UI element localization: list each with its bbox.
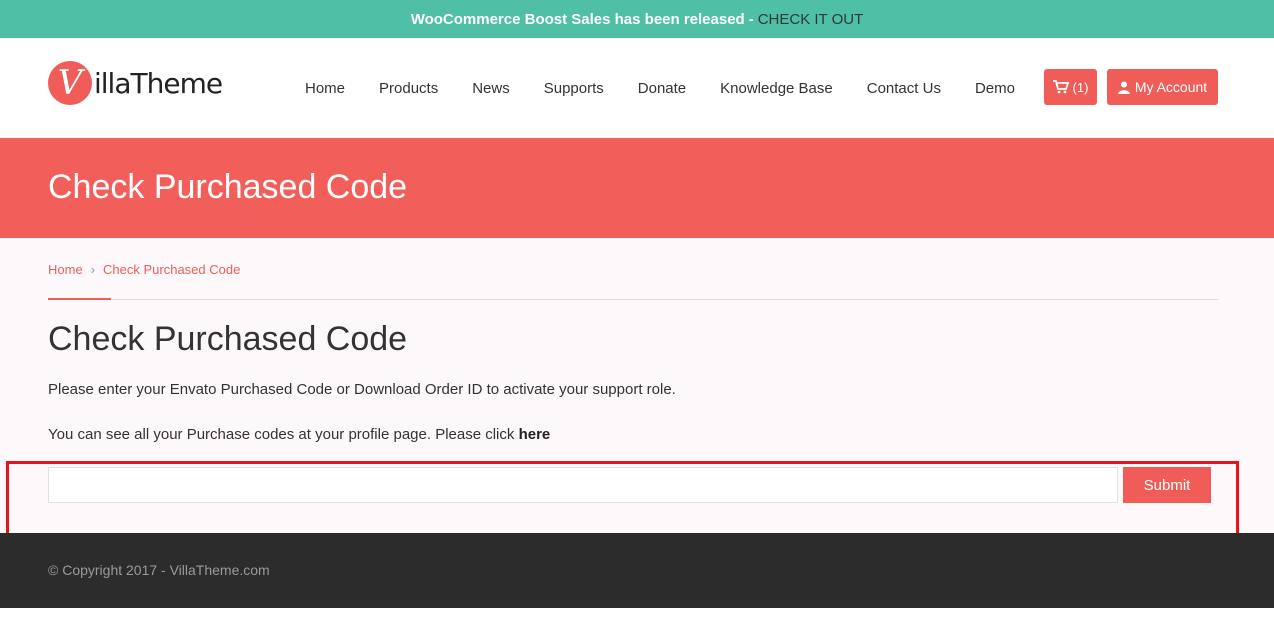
nav-item-knowledge-base[interactable]: Knowledge Base xyxy=(703,80,850,97)
cart-icon xyxy=(1052,80,1069,94)
breadcrumb-divider-accent xyxy=(48,298,111,300)
my-account-button[interactable]: My Account xyxy=(1107,69,1218,105)
main-content: Home › Check Purchased Code Check Purcha… xyxy=(0,238,1274,541)
site-footer: © Copyright 2017 - VillaTheme.com xyxy=(0,533,1274,608)
nav-item-products[interactable]: Products xyxy=(362,80,455,97)
breadcrumb-divider xyxy=(48,299,1218,300)
main-nav: Home Products News Supports Donate Knowl… xyxy=(288,38,1032,138)
logo-wordmark: illaTheme xyxy=(94,66,223,100)
profile-hint-text: You can see all your Purchase codes at y… xyxy=(48,426,515,443)
breadcrumb-home-link[interactable]: Home xyxy=(48,262,83,277)
villatheme-logo[interactable]: V illaTheme xyxy=(48,60,223,106)
chevron-right-icon: › xyxy=(90,262,96,277)
nav-item-donate[interactable]: Donate xyxy=(621,80,703,97)
page-title: Check Purchased Code xyxy=(48,320,408,358)
nav-item-demo[interactable]: Demo xyxy=(958,80,1032,97)
profile-here-link[interactable]: here xyxy=(519,426,551,443)
announcement-message: WooCommerce Boost Sales has been release… xyxy=(410,10,745,28)
cart-count: (1) xyxy=(1072,79,1089,95)
page-hero: Check Purchased Code xyxy=(0,138,1274,238)
purchase-code-input[interactable] xyxy=(48,467,1118,503)
announcement-bar: WooCommerce Boost Sales has been release… xyxy=(0,0,1274,38)
cart-button[interactable]: (1) xyxy=(1044,69,1097,105)
instruction-text: Please enter your Envato Purchased Code … xyxy=(48,381,676,398)
breadcrumb-current: Check Purchased Code xyxy=(103,262,241,277)
copyright-text: © Copyright 2017 - VillaTheme.com xyxy=(48,562,270,578)
user-icon xyxy=(1117,81,1130,94)
announcement-separator: - xyxy=(748,10,754,28)
my-account-label: My Account xyxy=(1134,79,1208,95)
nav-item-news[interactable]: News xyxy=(455,80,527,97)
nav-item-supports[interactable]: Supports xyxy=(527,80,621,97)
announcement-cta-link[interactable]: CHECK IT OUT xyxy=(758,11,864,28)
profile-hint: You can see all your Purchase codes at y… xyxy=(48,426,550,443)
submit-button[interactable]: Submit xyxy=(1123,467,1211,503)
nav-item-contact-us[interactable]: Contact Us xyxy=(850,80,958,97)
logo-v-mark: V xyxy=(48,61,92,105)
nav-item-home[interactable]: Home xyxy=(288,80,362,97)
hero-title: Check Purchased Code xyxy=(48,168,408,206)
breadcrumb: Home › Check Purchased Code xyxy=(48,262,240,277)
site-header: V illaTheme Home Products News Supports … xyxy=(0,38,1274,138)
